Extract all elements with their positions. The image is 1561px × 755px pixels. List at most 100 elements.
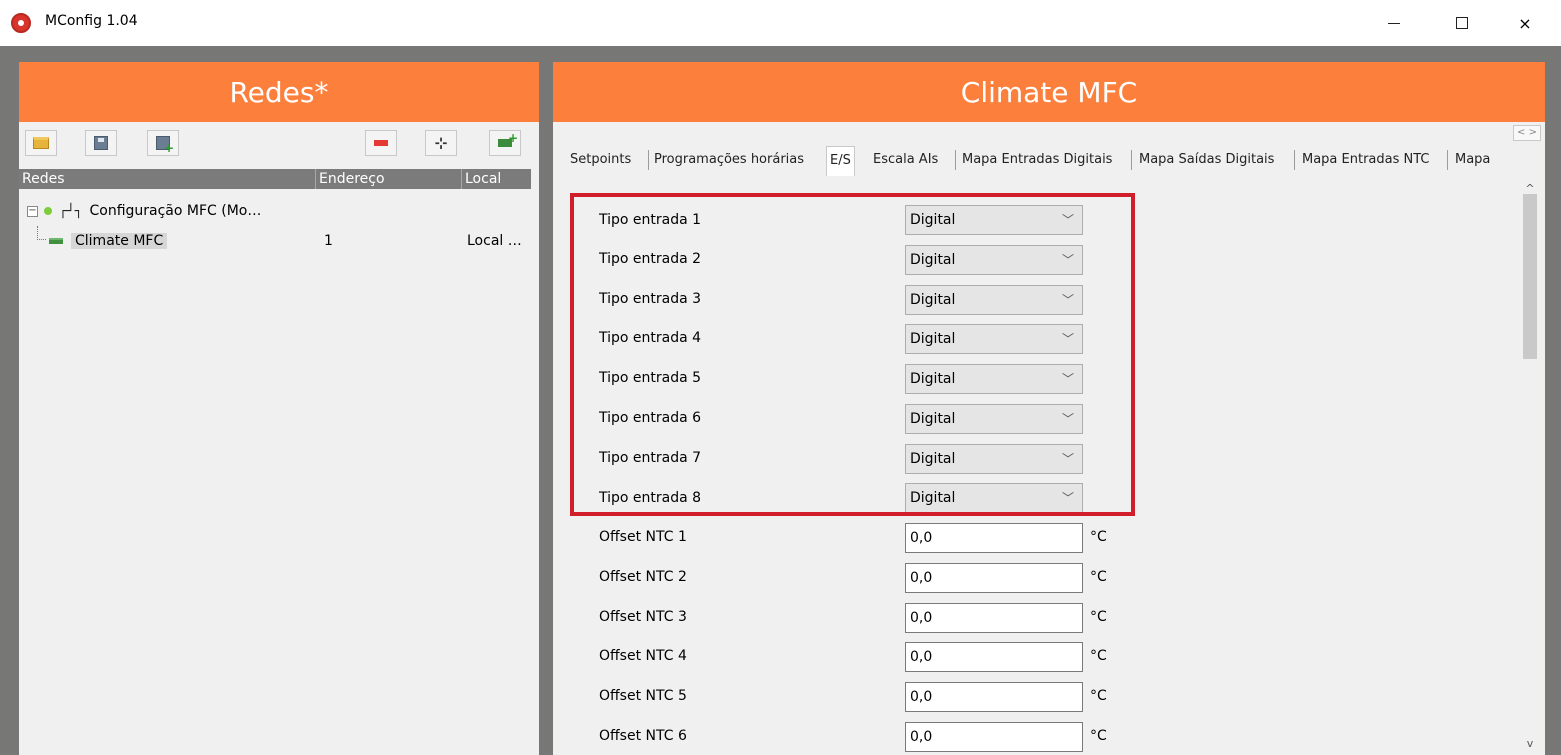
add-device-button[interactable] <box>489 130 521 156</box>
offset-label: Offset NTC 4 <box>599 648 687 664</box>
tab-programacoes[interactable]: Programações horárias <box>654 152 804 167</box>
column-redes[interactable]: Redes <box>19 169 316 189</box>
tab-separator <box>1447 150 1448 170</box>
add-network-button[interactable]: ⊹ <box>425 130 457 156</box>
input-type-select[interactable]: Digital ﹀ <box>905 483 1083 513</box>
open-button[interactable] <box>25 130 57 156</box>
chevron-down-icon: ﹀ <box>1061 253 1074 267</box>
device-panel-title: Climate MFC <box>553 62 1545 122</box>
input-type-select[interactable]: Digital ﹀ <box>905 404 1083 434</box>
select-value: Digital <box>910 371 956 387</box>
remove-button[interactable] <box>365 130 397 156</box>
select-value: Digital <box>910 490 956 506</box>
tab-mapa-saidas-digitais[interactable]: Mapa Saídas Digitais <box>1139 152 1274 167</box>
input-type-label: Tipo entrada 5 <box>599 370 702 386</box>
open-folder-icon <box>33 137 49 149</box>
tree-network-row[interactable]: − ┌┘┐ Configuração MFC (Mo… <box>27 200 261 222</box>
offset-label: Offset NTC 5 <box>599 688 687 704</box>
input-type-label: Tipo entrada 4 <box>599 330 702 346</box>
offset-input[interactable]: 0,0 <box>905 603 1083 633</box>
add-device-icon <box>498 131 518 147</box>
offset-input[interactable]: 0,0 <box>905 722 1083 752</box>
offset-input[interactable]: 0,0 <box>905 642 1083 672</box>
unit-label: °C <box>1090 688 1107 704</box>
input-type-label: Tipo entrada 1 <box>599 212 702 228</box>
input-type-label: Tipo entrada 6 <box>599 410 702 426</box>
offset-input[interactable]: 0,0 <box>905 682 1083 712</box>
offset-label: Offset NTC 6 <box>599 728 687 744</box>
input-type-label: Tipo entrada 3 <box>599 291 702 307</box>
tab-mapa[interactable]: Mapa <box>1455 152 1490 167</box>
save-as-icon <box>156 136 174 155</box>
save-as-button[interactable] <box>147 130 179 156</box>
tree-device-address: 1 <box>324 233 333 249</box>
unit-label: °C <box>1090 569 1107 585</box>
collapse-icon[interactable]: − <box>27 205 38 217</box>
chevron-down-icon: ﹀ <box>1061 491 1074 505</box>
offset-label: Offset NTC 2 <box>599 569 687 585</box>
chevron-down-icon: ﹀ <box>1061 332 1074 346</box>
chevron-down-icon: ﹀ <box>1061 293 1074 307</box>
device-icon <box>49 238 63 244</box>
client-area: Redes* ⊹ Redes Endereço Local − ┌┘┐ Conf… <box>0 46 1561 755</box>
input-type-label: Tipo entrada 8 <box>599 490 702 506</box>
tree-connector <box>37 226 46 240</box>
maximize-button[interactable] <box>1439 8 1485 38</box>
select-value: Digital <box>910 212 956 228</box>
minimize-icon <box>1388 22 1400 24</box>
input-type-select[interactable]: Digital ﹀ <box>905 285 1083 315</box>
tab-es[interactable]: E/S <box>826 146 855 176</box>
add-network-icon: ⊹ <box>434 134 448 152</box>
device-panel: Climate MFC < > Setpoints Programações h… <box>553 62 1545 755</box>
input-type-select[interactable]: Digital ﹀ <box>905 324 1083 354</box>
chevron-down-icon: ﹀ <box>1061 213 1074 227</box>
scrollbar-thumb[interactable] <box>1523 194 1537 359</box>
save-icon <box>94 136 108 150</box>
tab-scroll-arrows[interactable]: < > <box>1513 125 1541 141</box>
tree-header: Redes Endereço Local <box>19 169 531 189</box>
chevron-down-icon: ﹀ <box>1061 452 1074 466</box>
close-button[interactable]: × <box>1502 8 1548 38</box>
offset-label: Offset NTC 3 <box>599 609 687 625</box>
offset-label: Offset NTC 1 <box>599 529 687 545</box>
input-type-select[interactable]: Digital ﹀ <box>905 205 1083 235</box>
es-form: Tipo entrada 1 Digital ﹀ Tipo entrada 2 D… <box>553 180 1545 755</box>
select-value: Digital <box>910 252 956 268</box>
offset-input[interactable]: 0,0 <box>905 563 1083 593</box>
tree-device-row[interactable]: Climate MFC 1 Local … <box>49 230 529 252</box>
select-value: Digital <box>910 411 956 427</box>
input-type-select[interactable]: Digital ﹀ <box>905 245 1083 275</box>
tab-escala-ais[interactable]: Escala AIs <box>873 152 938 167</box>
unit-label: °C <box>1090 609 1107 625</box>
tab-mapa-entradas-ntc[interactable]: Mapa Entradas NTC <box>1302 152 1430 167</box>
chevron-down-icon: ﹀ <box>1061 412 1074 426</box>
select-value: Digital <box>910 331 956 347</box>
tree-device-local: Local … <box>467 233 522 249</box>
remove-icon <box>374 140 388 146</box>
save-button[interactable] <box>85 130 117 156</box>
tab-separator <box>955 150 956 170</box>
input-type-select[interactable]: Digital ﹀ <box>905 364 1083 394</box>
maximize-icon <box>1456 17 1468 29</box>
select-value: Digital <box>910 451 956 467</box>
column-local[interactable]: Local <box>462 169 531 189</box>
vertical-scrollbar[interactable]: ^ v <box>1520 180 1540 753</box>
status-online-icon <box>44 207 52 215</box>
tab-mapa-entradas-digitais[interactable]: Mapa Entradas Digitais <box>962 152 1112 167</box>
offset-input[interactable]: 0,0 <box>905 523 1083 553</box>
networks-panel-title: Redes* <box>19 62 539 122</box>
tab-bar: Setpoints Programações horárias E/S Esca… <box>553 142 1523 176</box>
scroll-down-icon[interactable]: v <box>1520 735 1540 753</box>
networks-panel: Redes* ⊹ Redes Endereço Local − ┌┘┐ Conf… <box>19 62 539 755</box>
tab-separator <box>1294 150 1295 170</box>
input-type-select[interactable]: Digital ﹀ <box>905 444 1083 474</box>
unit-label: °C <box>1090 529 1107 545</box>
minimize-button[interactable] <box>1371 8 1417 38</box>
chevron-down-icon: ﹀ <box>1061 372 1074 386</box>
window-title: MConfig 1.04 <box>45 13 138 29</box>
tree-network-label: Configuração MFC (Mo… <box>89 203 262 219</box>
tab-separator <box>1131 150 1132 170</box>
column-endereco[interactable]: Endereço <box>316 169 462 189</box>
input-type-label: Tipo entrada 2 <box>599 251 702 267</box>
tab-setpoints[interactable]: Setpoints <box>570 152 631 167</box>
